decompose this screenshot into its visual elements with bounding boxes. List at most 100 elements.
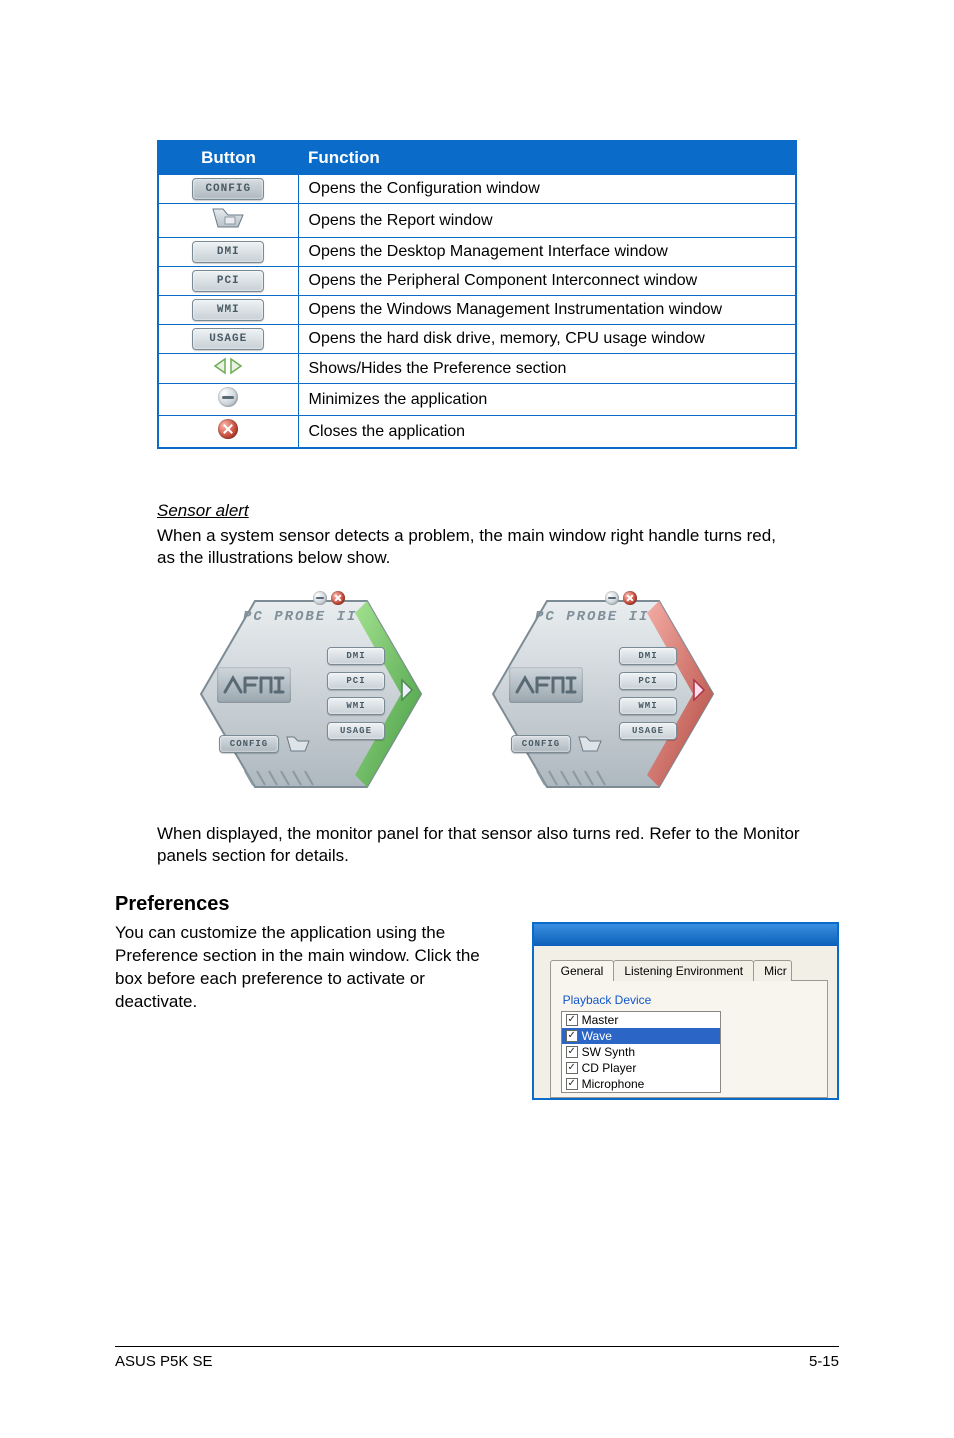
dmi-chip: DMI: [327, 647, 385, 665]
dmi-chip: DMI: [619, 647, 677, 665]
table-row: CONFIG Opens the Configuration window: [158, 175, 796, 204]
usage-chip: USAGE: [619, 722, 677, 740]
table-row: WMI Opens the Windows Management Instrum…: [158, 296, 796, 325]
config-button-cell: CONFIG: [158, 175, 298, 204]
function-cell: Opens the hard disk drive, memory, CPU u…: [298, 325, 796, 354]
item-label: Microphone: [582, 1077, 645, 1091]
footer-left: ASUS P5K SE: [115, 1353, 213, 1370]
table-row: Minimizes the application: [158, 384, 796, 416]
function-cell: Opens the Windows Management Instrumenta…: [298, 296, 796, 325]
wmi-chip: WMI: [619, 697, 677, 715]
function-cell: Closes the application: [298, 416, 796, 449]
usage-chip: USAGE: [327, 722, 385, 740]
wmi-chip: WMI: [192, 299, 264, 321]
window-body: General Listening Environment Micr Playb…: [534, 946, 837, 1098]
header-button: Button: [158, 141, 298, 175]
config-chip: CONFIG: [192, 178, 264, 200]
sensor-alert-paragraph-1: When a system sensor detects a problem, …: [157, 525, 797, 569]
list-item[interactable]: ✓ Microphone: [562, 1076, 720, 1092]
button-function-table: Button Function CONFIG Opens the Configu…: [157, 140, 797, 449]
dmi-button-cell: DMI: [158, 238, 298, 267]
playback-device-list[interactable]: ✓ Master ✓Wave ✓ SW Synth ✓ CD Player ✓ Micr…: [561, 1011, 721, 1093]
asus-logo: [217, 667, 291, 703]
usage-button-cell: USAGE: [158, 325, 298, 354]
sensor-alert-heading: Sensor alert: [157, 501, 839, 521]
list-item[interactable]: ✓ SW Synth: [562, 1044, 720, 1060]
list-item[interactable]: ✓ Master: [562, 1012, 720, 1028]
minimize-button-cell: [158, 384, 298, 416]
preferences-row: You can customize the application using …: [115, 922, 839, 1100]
usage-chip: USAGE: [192, 328, 264, 350]
hex-bottom-buttons: CONFIG: [511, 735, 603, 753]
report-tab-icon: [211, 207, 245, 229]
dmi-chip: DMI: [192, 241, 264, 263]
function-cell: Opens the Configuration window: [298, 175, 796, 204]
report-button-cell: [158, 204, 298, 238]
minimize-icon: [313, 591, 327, 605]
window-controls: [605, 591, 637, 605]
table-row: Opens the Report window: [158, 204, 796, 238]
pci-chip: PCI: [192, 270, 264, 292]
pref-arrows-icon: [213, 357, 243, 375]
hex-side-buttons: DMI PCI WMI USAGE: [327, 647, 385, 740]
pc-probe-title: PC PROBE II: [535, 609, 649, 625]
function-cell: Shows/Hides the Preference section: [298, 354, 796, 384]
report-tab-icon: [577, 735, 603, 753]
table-row: USAGE Opens the hard disk drive, memory,…: [158, 325, 796, 354]
right-handle-icon: [691, 677, 707, 708]
tab-general[interactable]: General: [550, 960, 615, 981]
table-row: DMI Opens the Desktop Management Interfa…: [158, 238, 796, 267]
config-chip: CONFIG: [219, 735, 279, 753]
config-chip: CONFIG: [511, 735, 571, 753]
table-row: Shows/Hides the Preference section: [158, 354, 796, 384]
tab-listening-environment[interactable]: Listening Environment: [613, 960, 754, 981]
header-function: Function: [298, 141, 796, 175]
page: Button Function CONFIG Opens the Configu…: [0, 0, 954, 1438]
list-item[interactable]: ✓ CD Player: [562, 1060, 720, 1076]
arrows-button-cell: [158, 354, 298, 384]
checkbox[interactable]: ✓: [566, 1078, 578, 1090]
minimize-icon: [605, 591, 619, 605]
function-cell: Opens the Report window: [298, 204, 796, 238]
checkbox[interactable]: ✓: [566, 1062, 578, 1074]
preferences-heading: Preferences: [115, 893, 839, 916]
list-item[interactable]: ✓Wave: [562, 1028, 720, 1044]
hex-side-buttons: DMI PCI WMI USAGE: [619, 647, 677, 740]
item-label: CD Player: [582, 1061, 637, 1075]
report-tab-icon: [285, 735, 311, 753]
item-label: Master: [582, 1013, 619, 1027]
tab-microphone[interactable]: Micr: [753, 960, 792, 981]
pc-probe-alert: PC PROBE II: [487, 589, 719, 799]
preferences-text: You can customize the application using …: [115, 922, 502, 1014]
page-footer: ASUS P5K SE 5-15: [115, 1346, 839, 1370]
pci-button-cell: PCI: [158, 267, 298, 296]
checkbox[interactable]: ✓: [566, 1030, 578, 1042]
illustration-row: PC PROBE II: [195, 589, 839, 799]
table-row: Closes the application: [158, 416, 796, 449]
preferences-window: General Listening Environment Micr Playb…: [532, 922, 839, 1100]
item-label: SW Synth: [582, 1045, 635, 1059]
minimize-icon: [218, 387, 238, 407]
window-controls: [313, 591, 345, 605]
pci-chip: PCI: [619, 672, 677, 690]
sensor-alert-section: Sensor alert When a system sensor detect…: [115, 501, 839, 867]
checkbox[interactable]: ✓: [566, 1046, 578, 1058]
hex-bottom-buttons: CONFIG: [219, 735, 311, 753]
pc-probe-title: PC PROBE II: [243, 609, 357, 625]
wmi-chip: WMI: [327, 697, 385, 715]
table-row: PCI Opens the Peripheral Component Inter…: [158, 267, 796, 296]
group-label: Playback Device: [563, 993, 817, 1007]
function-cell: Minimizes the application: [298, 384, 796, 416]
function-cell: Opens the Desktop Management Interface w…: [298, 238, 796, 267]
checkbox[interactable]: ✓: [566, 1014, 578, 1026]
pc-probe-normal: PC PROBE II: [195, 589, 427, 799]
tabs: General Listening Environment Micr: [550, 960, 837, 981]
close-button-cell: [158, 416, 298, 449]
close-icon: [331, 591, 345, 605]
table-header-row: Button Function: [158, 141, 796, 175]
pci-chip: PCI: [327, 672, 385, 690]
close-icon: [218, 419, 238, 439]
footer-right: 5-15: [809, 1353, 839, 1370]
sensor-alert-paragraph-2: When displayed, the monitor panel for th…: [157, 823, 837, 867]
asus-logo: [509, 667, 583, 703]
